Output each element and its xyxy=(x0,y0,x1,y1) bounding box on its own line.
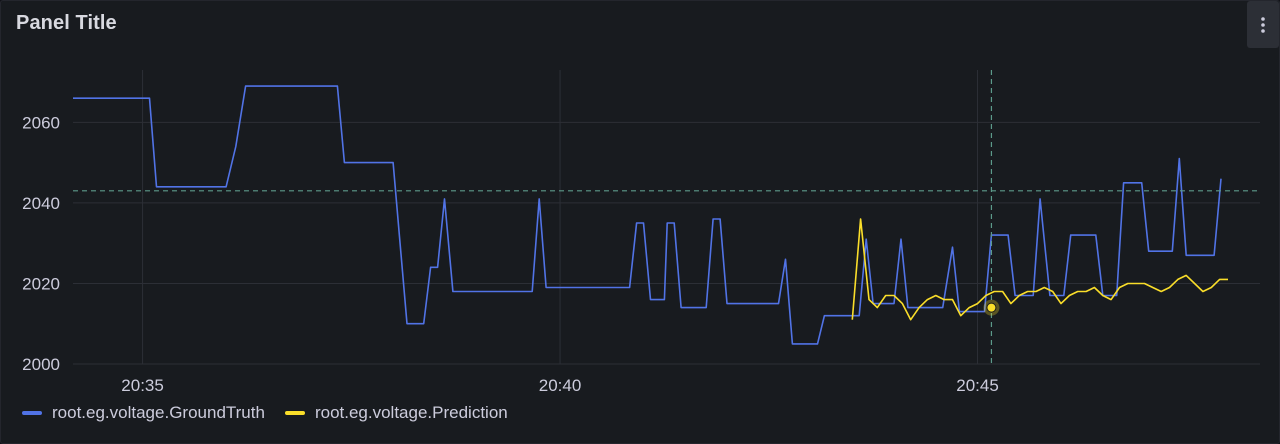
legend-item[interactable]: root.eg.voltage.Prediction xyxy=(284,403,508,423)
grid xyxy=(73,70,1260,365)
y-tick-label: 2040 xyxy=(22,194,60,213)
x-tick-label: 20:45 xyxy=(956,376,999,395)
chart[interactable]: 2000 2020 2040 2060 20:35 20:40 20:45 xyxy=(0,0,1280,444)
x-tick-label: 20:35 xyxy=(121,376,164,395)
series-lines xyxy=(73,85,1228,345)
series-line-ground-truth xyxy=(73,85,1222,345)
crosshair xyxy=(73,70,1260,364)
y-tick-label: 2060 xyxy=(22,113,60,132)
series-line-prediction xyxy=(851,218,1228,321)
y-axis: 2000 2020 2040 2060 xyxy=(22,113,60,374)
legend-label: root.eg.voltage.Prediction xyxy=(314,403,508,422)
y-tick-label: 2020 xyxy=(22,274,60,293)
legend-swatch xyxy=(284,411,305,415)
legend: root.eg.voltage.GroundTruth root.eg.volta… xyxy=(22,403,508,423)
y-tick-label: 2000 xyxy=(22,355,60,374)
legend-item[interactable]: root.eg.voltage.GroundTruth xyxy=(22,403,265,423)
legend-label: root.eg.voltage.GroundTruth xyxy=(52,403,265,422)
hover-point xyxy=(986,302,997,313)
x-axis: 20:35 20:40 20:45 xyxy=(121,376,998,395)
x-tick-label: 20:40 xyxy=(539,376,582,395)
legend-swatch xyxy=(22,411,42,415)
